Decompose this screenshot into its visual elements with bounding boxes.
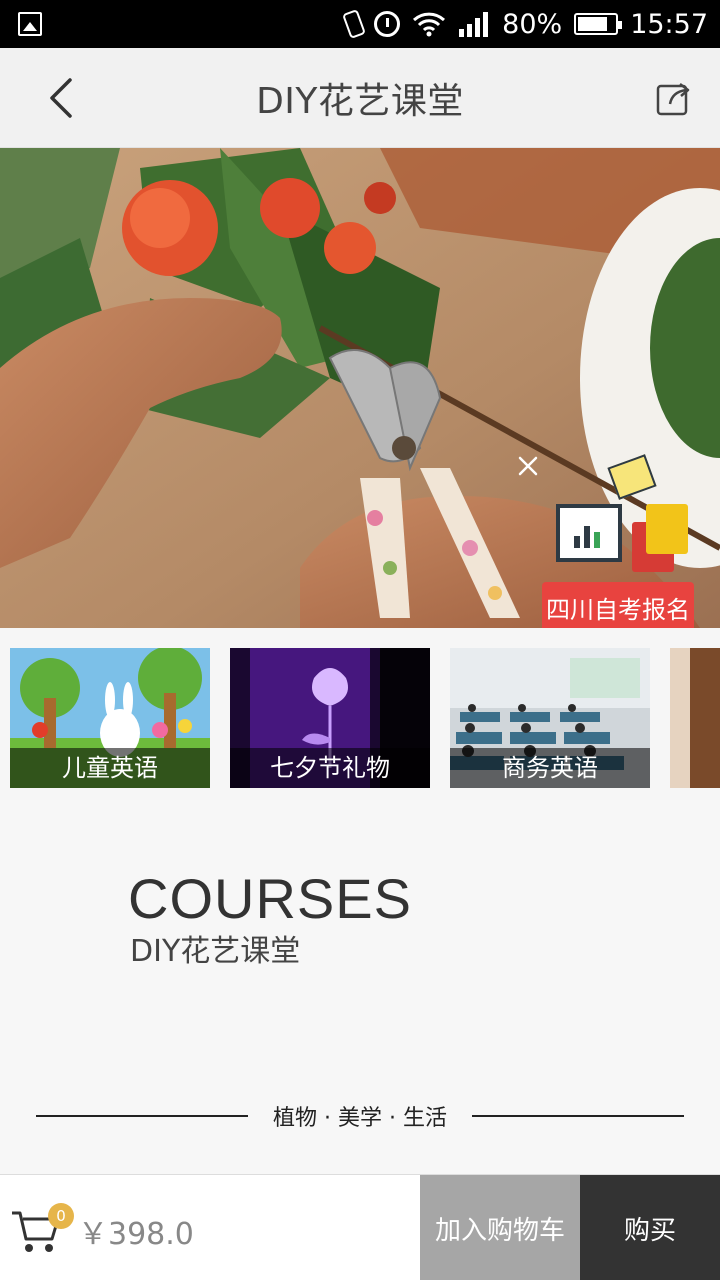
clock: 15:57 <box>630 8 708 40</box>
alarm-icon <box>374 11 401 37</box>
category-item-business-english[interactable]: 商务英语 <box>450 648 650 788</box>
ad-close-button[interactable] <box>512 450 544 482</box>
ad-book-yellow-icon <box>646 504 688 554</box>
share-button[interactable] <box>652 76 696 120</box>
category-label: 七夕节礼物 <box>230 748 430 788</box>
status-bar: 80% 15:57 <box>0 0 720 48</box>
category-strip[interactable]: 儿童英语 七夕节礼物 商务英语 <box>0 628 720 800</box>
category-item-qixi-gift[interactable]: 七夕节礼物 <box>230 648 430 788</box>
battery-fill <box>578 17 607 31</box>
divider-line-right <box>472 1115 684 1117</box>
category-item-partial[interactable] <box>670 648 720 788</box>
app-header: DIY花艺课堂 <box>0 48 720 148</box>
hero-banner[interactable]: 四川自考报名 <box>0 148 720 628</box>
share-icon <box>656 83 690 116</box>
battery-percent: 80% <box>502 8 563 40</box>
category-label: 商务英语 <box>450 748 650 788</box>
category-label: 儿童英语 <box>10 748 210 788</box>
buy-button[interactable]: 购买 <box>580 1175 720 1280</box>
status-icons: 80% 15:57 <box>342 0 708 48</box>
battery-icon <box>574 13 623 35</box>
ad-badge[interactable]: 四川自考报名 <box>542 582 694 628</box>
gallery-icon <box>18 12 42 36</box>
tagline-divider: 植物 · 美学 · 生活 <box>36 1094 684 1138</box>
close-icon <box>518 456 538 476</box>
add-to-cart-button[interactable]: 加入购物车 <box>420 1175 580 1280</box>
vibrate-icon <box>342 9 367 39</box>
ad-chart-board-icon <box>556 504 622 562</box>
signal-icon <box>458 11 490 37</box>
bottom-action-bar: 0 ￥398.0 加入购物车 购买 <box>0 1174 720 1280</box>
wifi-icon <box>412 11 446 37</box>
courses-subtitle: DIY花艺课堂 <box>130 934 301 969</box>
category-item-kids-english[interactable]: 儿童英语 <box>10 648 210 788</box>
price: ￥398.0 <box>78 1217 194 1252</box>
partial-thumbnail <box>670 648 720 788</box>
page-title: DIY花艺课堂 <box>256 81 464 122</box>
cart-count-badge: 0 <box>48 1203 74 1229</box>
courses-heading: COURSES <box>128 867 412 930</box>
